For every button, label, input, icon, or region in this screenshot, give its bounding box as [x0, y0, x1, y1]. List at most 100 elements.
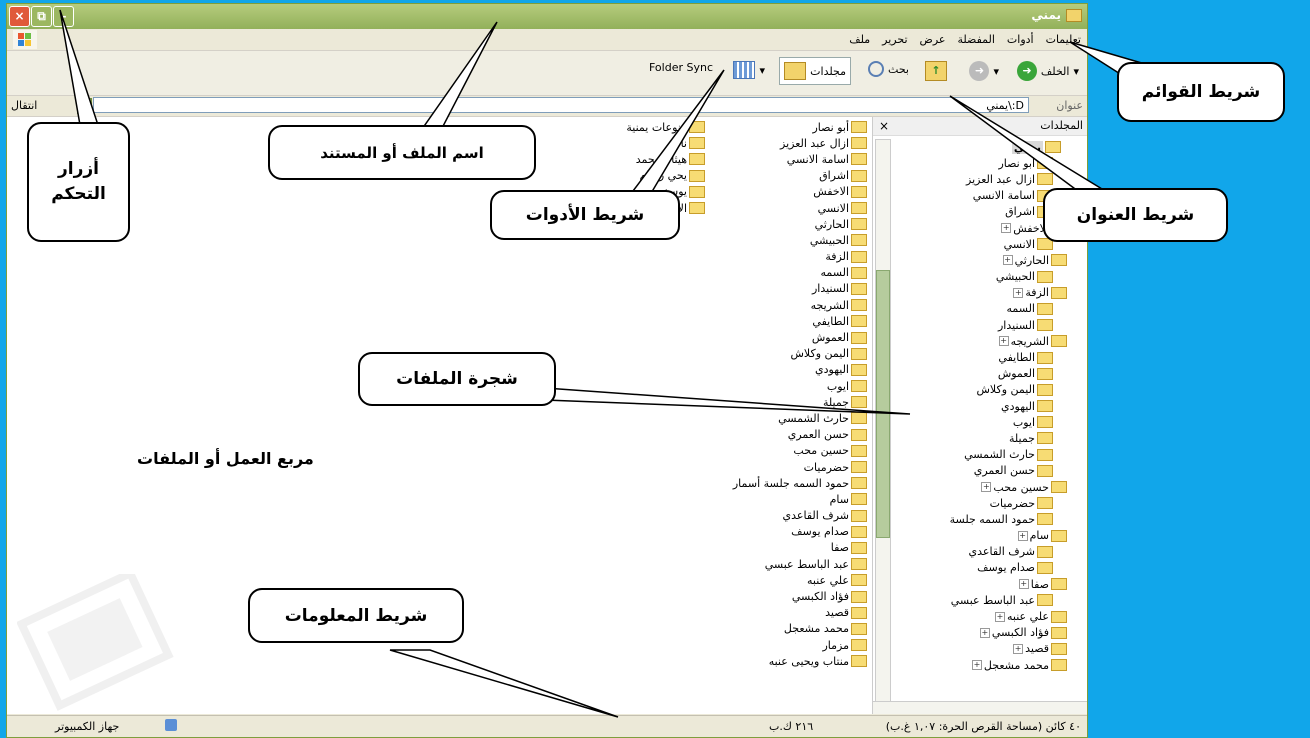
tree-root[interactable]: يمني	[873, 139, 1069, 155]
tree-item[interactable]: عبد الباسط عبسي	[873, 592, 1069, 608]
expand-icon[interactable]: +	[981, 482, 992, 493]
title-bar[interactable]: × ⧉ – يمني	[7, 4, 1087, 29]
file-item[interactable]: علي عنبه	[709, 572, 869, 588]
menu-edit[interactable]: تحرير	[882, 33, 907, 46]
file-item[interactable]: صدام يوسف	[709, 524, 869, 540]
menu-view[interactable]: عرض	[920, 33, 946, 46]
tree-vertical-scrollbar[interactable]	[875, 139, 891, 703]
expand-icon[interactable]: +	[1001, 223, 1012, 234]
expand-icon[interactable]: +	[1013, 287, 1024, 298]
file-item[interactable]: الزفة	[709, 249, 869, 265]
tree-item[interactable]: صدام يوسف	[873, 560, 1069, 576]
close-button[interactable]: ×	[9, 6, 30, 27]
tree-item[interactable]: حسين محب +	[873, 479, 1069, 495]
tree-item[interactable]: حضرميات	[873, 495, 1069, 511]
tree-item[interactable]: قصيد +	[873, 641, 1069, 657]
address-input[interactable]: D:\يمني	[93, 97, 1029, 113]
folders-button[interactable]: مجلدات	[779, 57, 851, 85]
file-item[interactable]: يحي رسام	[587, 168, 707, 184]
tree-item[interactable]: اليمن وكلاش	[873, 382, 1069, 398]
file-item[interactable]: اشراق	[709, 168, 869, 184]
file-item[interactable]: الحبيشي	[709, 232, 869, 248]
file-item[interactable]: قصيد	[709, 605, 869, 621]
file-item[interactable]: حضرميات	[709, 459, 869, 475]
tree-item[interactable]: فؤاد الكبسي +	[873, 625, 1069, 641]
menu-favorites[interactable]: المفضلة	[957, 33, 994, 46]
tree-item[interactable]: محمد مشعجل +	[873, 657, 1069, 673]
up-button[interactable]: ↑	[925, 61, 947, 81]
close-icon[interactable]: ×	[879, 117, 889, 135]
file-item[interactable]: ازال عبد العزيز	[709, 135, 869, 151]
tree-item[interactable]: علي عنبه +	[873, 608, 1069, 624]
forward-button[interactable]: ➜ ▾	[969, 61, 999, 81]
expand-icon[interactable]: +	[998, 336, 1009, 347]
restore-button[interactable]: ⧉	[31, 6, 52, 27]
tree-item[interactable]: سام +	[873, 528, 1069, 544]
tree-item[interactable]: جميلة	[873, 430, 1069, 446]
expand-icon[interactable]: +	[1013, 643, 1024, 654]
expand-icon[interactable]: +	[1002, 255, 1013, 266]
tree-item[interactable]: السمه	[873, 301, 1069, 317]
menu-help[interactable]: تعليمات	[1046, 33, 1081, 46]
tree-item[interactable]: شرف القاعدي	[873, 544, 1069, 560]
scrollbar-thumb[interactable]	[876, 270, 890, 538]
tree-horizontal-scrollbar[interactable]	[873, 701, 1087, 714]
tree-item[interactable]: العموش	[873, 366, 1069, 382]
file-item[interactable]: أبو نصار	[709, 119, 869, 135]
go-button[interactable]: انتقال	[11, 99, 37, 112]
tree-item[interactable]: الحارثي +	[873, 252, 1069, 268]
file-item[interactable]: الشريجه	[709, 297, 869, 313]
expand-icon[interactable]: +	[971, 660, 982, 671]
tree-item[interactable]: الاخفش +	[873, 220, 1069, 236]
tree-item[interactable]: الشريجه +	[873, 333, 1069, 349]
tree-item[interactable]: ايوب	[873, 414, 1069, 430]
file-item[interactable]: هيثام محمد	[587, 151, 707, 167]
file-item[interactable]: الطايفي	[709, 313, 869, 329]
file-item[interactable]: حمود السمه جلسة أسمار	[709, 475, 869, 491]
file-item[interactable]: فؤاد الكبسي	[709, 588, 869, 604]
file-item[interactable]: نادر	[587, 135, 707, 151]
file-item[interactable]: محمد مشعجل	[709, 621, 869, 637]
file-item[interactable]: منوعات يمنية	[587, 119, 707, 135]
tree-item[interactable]: حسن العمري	[873, 463, 1069, 479]
file-item[interactable]: حارث الشمسي	[709, 410, 869, 426]
file-item[interactable]: الانسي	[709, 200, 869, 216]
file-item[interactable]: جميلة	[709, 394, 869, 410]
views-button[interactable]: ▾	[733, 61, 765, 79]
file-item[interactable]: شرف القاعدي	[709, 508, 869, 524]
tree-item[interactable]: الانسي	[873, 236, 1069, 252]
tree-item[interactable]: السنيدار	[873, 317, 1069, 333]
folder-sync-button[interactable]: Folder Sync	[649, 61, 713, 74]
expand-icon[interactable]: +	[995, 611, 1006, 622]
file-item[interactable]: حسن العمري	[709, 427, 869, 443]
menu-file[interactable]: ملف	[849, 33, 870, 46]
back-button[interactable]: ➜ الخلف ▾	[1016, 61, 1079, 81]
address-dropdown-icon[interactable]: ▾	[77, 98, 92, 114]
expand-icon[interactable]: +	[1018, 579, 1029, 590]
tree-item[interactable]: صفا +	[873, 576, 1069, 592]
file-item[interactable]: اسامة الانسي	[709, 151, 869, 167]
tree-item[interactable]: الطايفي	[873, 349, 1069, 365]
file-item[interactable]: منتاب ويحيى عنبه	[709, 653, 869, 669]
file-item[interactable]: سام	[709, 491, 869, 507]
file-item[interactable]: الحارثي	[709, 216, 869, 232]
menu-tools[interactable]: أدوات	[1007, 33, 1034, 46]
file-item[interactable]: الاخفش	[709, 184, 869, 200]
file-item[interactable]: العموش	[709, 329, 869, 345]
tree-item[interactable]: حارث الشمسي	[873, 447, 1069, 463]
file-item[interactable]: السنيدار	[709, 281, 869, 297]
file-item[interactable]: صفا	[709, 540, 869, 556]
tree-item[interactable]: الزفة +	[873, 285, 1069, 301]
expand-icon[interactable]: +	[979, 627, 990, 638]
file-item[interactable]: عبد الباسط عبسي	[709, 556, 869, 572]
file-item[interactable]: ايوب	[709, 378, 869, 394]
file-item[interactable]: مزمار	[709, 637, 869, 653]
tree-item[interactable]: اسامة الانسي	[873, 188, 1069, 204]
file-item[interactable]: اليمن وكلاش	[709, 346, 869, 362]
file-item[interactable]: اليهودي	[709, 362, 869, 378]
tree-item[interactable]: الحبيشي	[873, 269, 1069, 285]
tree-item[interactable]: أبو نصار	[873, 155, 1069, 171]
tree-item[interactable]: حمود السمه جلسة	[873, 511, 1069, 527]
file-item[interactable]: السمه	[709, 265, 869, 281]
tree-item[interactable]: ازال عبد العزيز	[873, 171, 1069, 187]
